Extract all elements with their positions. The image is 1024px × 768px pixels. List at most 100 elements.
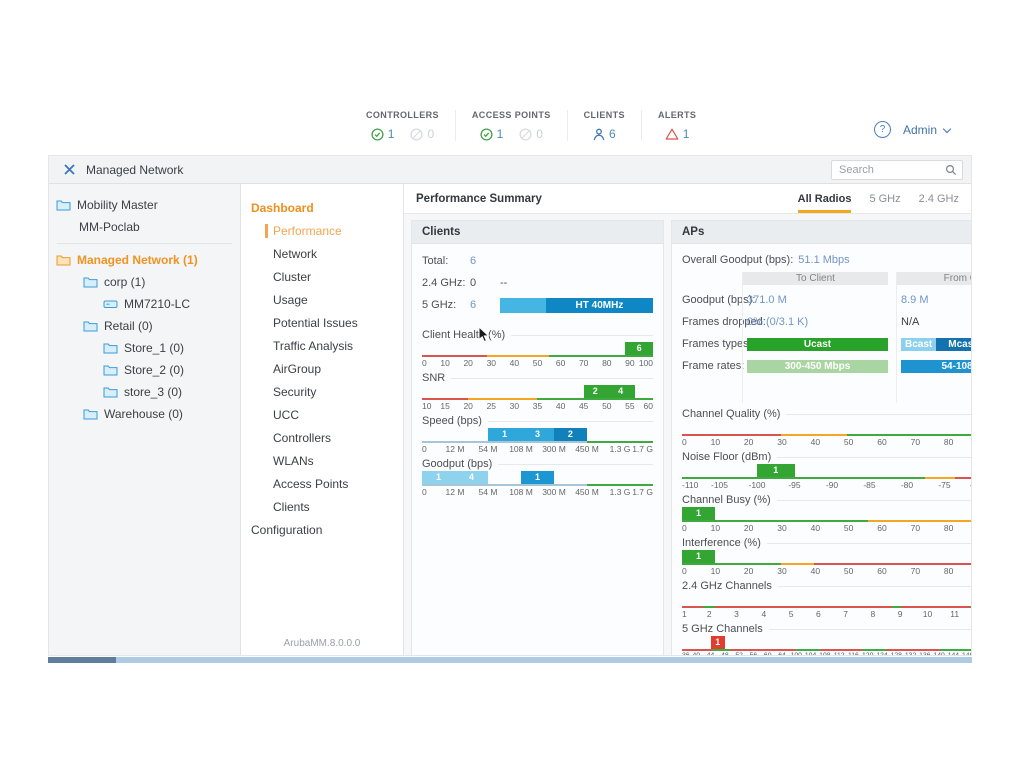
tick-label: 450 M <box>575 444 599 454</box>
help-icon[interactable]: ? <box>874 121 891 138</box>
nav-item-traffic-analysis[interactable]: Traffic Analysis <box>241 334 403 357</box>
nav-item-label: Security <box>273 385 316 399</box>
nav-item-label: Network <box>273 247 317 261</box>
tick-label: 30 <box>777 523 786 533</box>
tab-24ghz[interactable]: 2.4 GHz <box>919 184 959 213</box>
tree-item-managed-network-1[interactable]: Managed Network (1) <box>49 249 240 271</box>
nav-item-label: WLANs <box>273 454 314 468</box>
chart-title: 5 GHz Channels <box>682 622 971 636</box>
tick-label: 0 <box>682 523 687 533</box>
horizontal-scrollbar[interactable] <box>48 657 972 663</box>
tree-item-mm7210-lc[interactable]: MM7210-LC <box>49 293 240 315</box>
tree-item-corp-1[interactable]: corp (1) <box>49 271 240 293</box>
tick-label: 12 M <box>446 444 465 454</box>
nav-item-ucc[interactable]: UCC <box>241 403 403 426</box>
nav-item-configuration[interactable]: Configuration <box>241 518 403 541</box>
tree-item-retail-0[interactable]: Retail (0) <box>49 315 240 337</box>
axis-segment <box>820 649 862 651</box>
stats-bar: CONTROLLERS 10 ACCESS POINTS 10 CLIENTS6ALER… <box>350 110 712 141</box>
chart-block: 3 <box>521 428 554 441</box>
tick-label: 35 <box>533 401 542 411</box>
admin-menu[interactable]: Admin <box>903 123 950 137</box>
path <box>57 201 70 210</box>
stat-clients[interactable]: CLIENTS6 <box>568 110 642 141</box>
stat-items: 10 <box>472 127 551 141</box>
controller-icon <box>103 299 118 309</box>
nav-item-cluster[interactable]: Cluster <box>241 265 403 288</box>
tick-label: 132 <box>905 652 916 655</box>
stat-item: 1 <box>371 127 395 141</box>
tree-item-store-1-0[interactable]: Store_1 (0) <box>49 337 240 359</box>
nav-item-network[interactable]: Network <box>241 242 403 265</box>
stat-label: ACCESS POINTS <box>472 110 551 120</box>
noise-floor-chart: Noise Floor (dBm)1-110-105-100-95-90-85-… <box>682 450 971 489</box>
nav-item-wlans[interactable]: WLANs <box>241 449 403 472</box>
to-client-column: To Client 371.0 M 0% (0/3.1 K) Ucast 300… <box>742 272 888 403</box>
tick-label: 30 <box>510 401 519 411</box>
tick-label: 40 <box>811 523 820 533</box>
tick-label: 45 <box>579 401 588 411</box>
nav-item-dashboard[interactable]: Dashboard <box>241 196 403 219</box>
nav-item-controllers[interactable]: Controllers <box>241 426 403 449</box>
bar-segment: Bcast <box>901 338 936 351</box>
search-icon[interactable] <box>945 164 957 176</box>
nav-item-usage[interactable]: Usage <box>241 288 403 311</box>
tick-label: 48 <box>721 652 729 655</box>
tree-item-label: store_3 (0) <box>124 385 182 399</box>
clients-panel-body: Total: 6 2.4 GHz: 0 -- 5 GHz: 6 HT 40MHz <box>412 244 663 502</box>
nav-item-clients[interactable]: Clients <box>241 495 403 518</box>
goodput-to-value: 371.0 M <box>743 289 888 311</box>
nav-item-security[interactable]: Security <box>241 380 403 403</box>
tick-label: 10 <box>440 358 449 368</box>
client-health-chart: Client Health (%)60102030405060708090100 <box>422 328 653 367</box>
nav-item-label: Access Points <box>273 477 348 491</box>
tree-item-label: Managed Network (1) <box>77 253 198 267</box>
tree-item-store-3-0[interactable]: store_3 (0) <box>49 381 240 403</box>
axis-segment <box>781 563 814 565</box>
search-input[interactable] <box>837 163 945 177</box>
stat-alerts[interactable]: ALERTS1 <box>642 110 712 141</box>
tick-label: 0 <box>422 358 427 368</box>
tree-item-mm-poclab[interactable]: MM-Poclab <box>49 216 240 238</box>
content-row: Mobility MasterMM-Poclab Managed Network … <box>49 184 971 655</box>
nav-item-access-points[interactable]: Access Points <box>241 472 403 495</box>
folder-icon <box>103 364 118 376</box>
tick-label: 108 <box>819 652 830 655</box>
nav-item-performance[interactable]: Performance <box>241 219 403 242</box>
tree-item-store-2-0[interactable]: Store_2 (0) <box>49 359 240 381</box>
stat-label: CONTROLLERS <box>366 110 439 120</box>
rate-54-108-bar: 54-108 Mbps <box>901 360 971 373</box>
tree-item-mobility-master[interactable]: Mobility Master <box>49 194 240 216</box>
nav-items: DashboardPerformance Network ClusterUsageP… <box>241 196 403 541</box>
axis-segment <box>862 649 886 651</box>
nav-item-airgroup[interactable]: AirGroup <box>241 357 403 380</box>
chart-block: 1 <box>757 464 795 477</box>
chart-plot: 141 <box>422 471 653 484</box>
close-icon[interactable] <box>63 163 76 176</box>
axis-segment <box>537 398 653 400</box>
chart-block: 1 <box>488 428 521 441</box>
goodput-from-value: 8.9 M <box>897 289 971 311</box>
scrollbar-thumb[interactable] <box>48 657 116 663</box>
tab-5ghz[interactable]: 5 GHz <box>869 184 900 213</box>
frame-rates-to-cell: 300-450 Mbps <box>743 355 888 377</box>
line <box>953 171 956 174</box>
stat-access-points[interactable]: ACCESS POINTS 10 <box>456 110 568 141</box>
tick-label: -110 <box>682 480 698 490</box>
summary-bar: Performance Summary All Radios 5 GHz 2.4… <box>404 184 971 214</box>
tick-label: 0 <box>682 566 687 576</box>
tree-item-warehouse-0[interactable]: Warehouse (0) <box>49 403 240 425</box>
stat-value: 1 <box>497 127 504 141</box>
tick-label: 54 M <box>479 487 498 497</box>
nav-item-potential-issues[interactable]: Potential Issues <box>241 311 403 334</box>
tick-label: 60 <box>877 566 886 576</box>
axis-segment <box>901 606 970 608</box>
stat-items: 10 <box>366 127 439 141</box>
tab-all-radios[interactable]: All Radios <box>798 184 852 213</box>
path <box>65 165 74 174</box>
tick-label: 100 <box>639 358 653 368</box>
band24-extra: -- <box>500 277 507 289</box>
stat-controllers[interactable]: CONTROLLERS 10 <box>350 110 456 141</box>
stat-value: 1 <box>388 127 395 141</box>
svg <box>480 128 493 141</box>
